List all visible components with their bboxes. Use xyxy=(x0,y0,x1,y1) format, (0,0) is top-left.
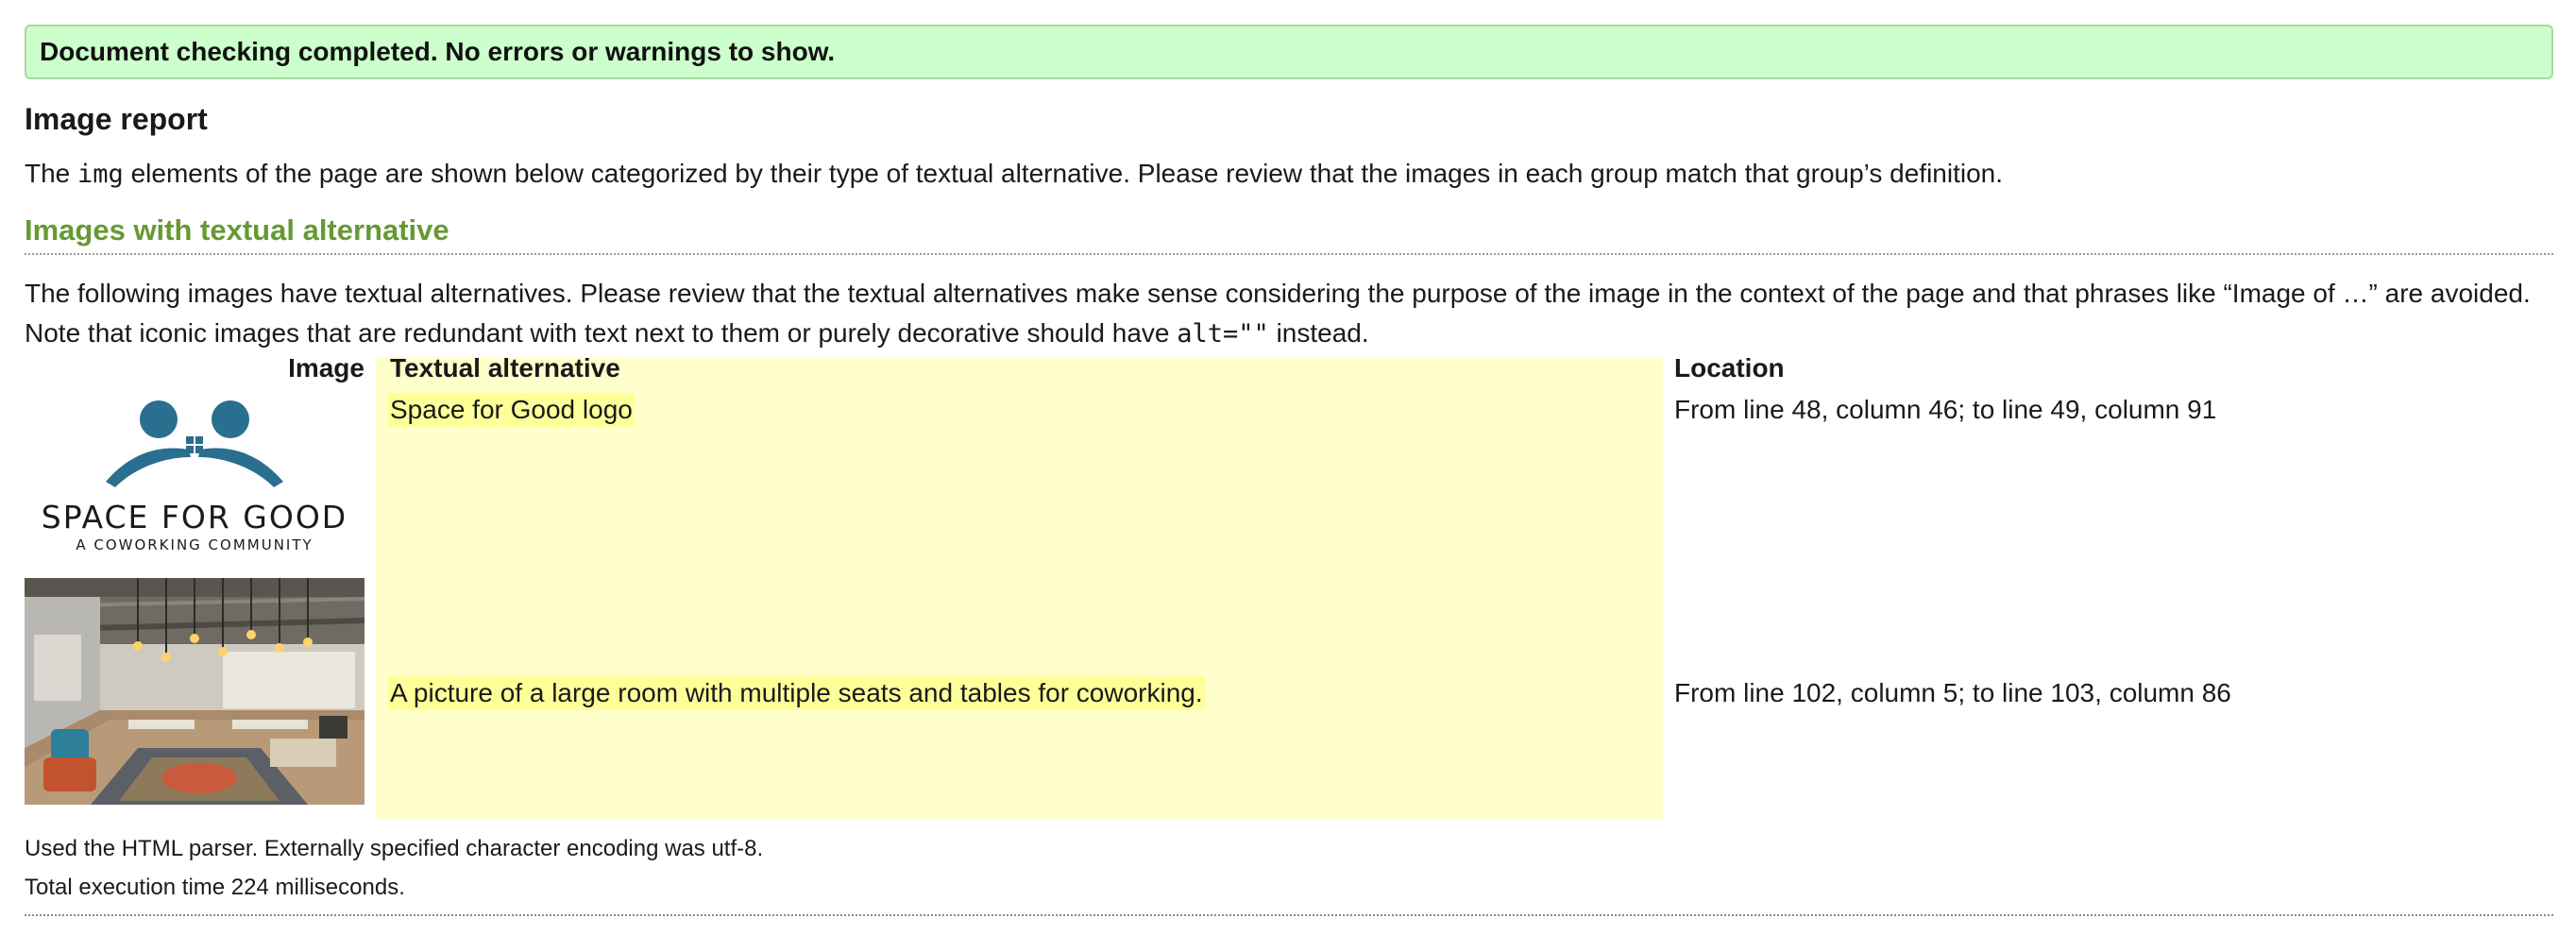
desc-line2-after: instead. xyxy=(1268,318,1369,348)
execution-time: Total execution time 224 milliseconds. xyxy=(25,875,405,900)
alt-text-row-1: Space for Good logo xyxy=(388,393,635,427)
intro-text-before: The xyxy=(25,159,78,188)
column-header-image: Image xyxy=(288,353,364,382)
section-heading: Images with textual alternative xyxy=(25,213,2553,255)
success-message: Document checking completed. No errors o… xyxy=(40,37,836,66)
logo-tagline: A COWORKING COMMUNITY xyxy=(76,536,314,553)
section-description: The following images have textual altern… xyxy=(25,274,2574,354)
success-banner: Document checking completed. No errors o… xyxy=(25,25,2553,79)
parser-info: Used the HTML parser. Externally specifi… xyxy=(25,836,764,861)
space-for-good-logo: SPACE FOR GOOD A COWORKING COMMUNITY xyxy=(25,399,364,559)
intro-text-after: elements of the page are shown below cat… xyxy=(123,159,2004,188)
alt-empty-code: alt="" xyxy=(1177,319,1269,348)
footer-divider xyxy=(25,914,2553,916)
report-intro: The img elements of the page are shown b… xyxy=(25,157,2003,192)
location-row-1: From line 48, column 46; to line 49, col… xyxy=(1674,395,2217,424)
coworking-room-image xyxy=(24,578,365,805)
section-desc-line-2: Note that iconic images that are redunda… xyxy=(25,314,2574,354)
logo-name: SPACE FOR GOOD xyxy=(41,499,348,536)
logo-figures-icon xyxy=(106,400,283,487)
img-code: img xyxy=(77,160,124,189)
column-header-alt: Textual alternative xyxy=(390,353,620,382)
report-title: Image report xyxy=(25,102,208,136)
location-row-2: From line 102, column 5; to line 103, co… xyxy=(1674,678,2231,707)
validator-report-page: Document checking completed. No errors o… xyxy=(0,0,2576,952)
column-header-location: Location xyxy=(1674,353,1785,382)
alt-text-row-2: A picture of a large room with multiple … xyxy=(388,676,1205,710)
desc-line2-before: Note that iconic images that are redunda… xyxy=(25,318,1178,348)
section-desc-line-1: The following images have textual altern… xyxy=(25,279,2531,308)
coworking-room-photo xyxy=(24,578,365,805)
